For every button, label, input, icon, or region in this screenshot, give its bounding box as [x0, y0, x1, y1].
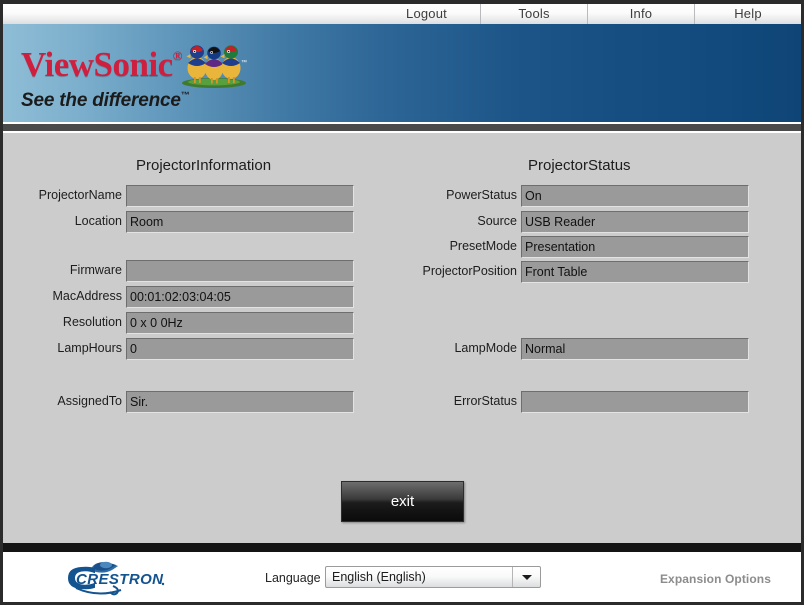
field-lamp-hours[interactable]: 0 — [126, 338, 354, 360]
field-row-firmware: Firmware — [70, 260, 354, 282]
label-projector-name: ProjectorName — [38, 188, 122, 202]
label-lamp-mode: LampMode — [454, 341, 517, 355]
nav-item-help[interactable]: Help — [694, 4, 801, 24]
field-preset-mode[interactable]: Presentation — [521, 236, 749, 258]
field-source[interactable]: USB Reader — [521, 211, 749, 233]
field-row-source: Source USB Reader — [477, 211, 749, 233]
svg-text:™: ™ — [241, 59, 247, 66]
expansion-options-link[interactable]: Expansion Options — [660, 572, 771, 586]
label-firmware: Firmware — [69, 263, 122, 277]
top-navigation-items: Logout Tools Info Help — [373, 4, 801, 24]
field-row-power-status: PowerStatus On — [446, 185, 749, 207]
brand-name-text: ViewSonic — [21, 45, 173, 84]
field-row-preset-mode: PresetMode Presentation — [450, 236, 749, 258]
field-power-status[interactable]: On — [521, 185, 749, 207]
field-projector-name[interactable] — [126, 185, 354, 207]
footer-bar: CRESTRON Language English (English) Expa… — [3, 552, 801, 602]
projector-information-title: ProjectorInformation — [136, 157, 272, 174]
projector-web-page: Logout Tools Info Help ViewSonic® See th… — [0, 0, 804, 605]
label-power-status: PowerStatus — [446, 188, 517, 202]
field-lamp-mode[interactable]: Normal — [521, 338, 749, 360]
brand-tagline-text: See the difference — [21, 90, 181, 111]
field-row-resolution: Resolution 0 x 0 0Hz — [63, 312, 354, 334]
field-row-location: Location Room — [75, 211, 354, 233]
label-mac-address: MacAddress — [52, 289, 122, 303]
label-location: Location — [74, 214, 122, 228]
nav-item-tools[interactable]: Tools — [480, 4, 587, 24]
field-assigned-to[interactable]: Sir. — [126, 391, 354, 413]
label-error-status: ErrorStatus — [453, 394, 517, 408]
field-row-error-status: ErrorStatus — [454, 391, 749, 413]
nav-item-info[interactable]: Info — [587, 4, 694, 24]
field-projector-position[interactable]: Front Table — [521, 261, 749, 283]
nav-item-logout[interactable]: Logout — [373, 4, 480, 24]
field-firmware[interactable] — [126, 260, 354, 282]
crestron-wordmark-text: CRESTRON — [76, 571, 164, 588]
field-row-projector-position: ProjectorPosition Front Table — [423, 261, 749, 283]
field-resolution[interactable]: 0 x 0 0Hz — [126, 312, 354, 334]
field-row-projector-name: ProjectorName — [39, 185, 354, 207]
brand-tagline: See the difference™ — [21, 84, 271, 112]
field-mac-address[interactable]: 00:01:02:03:04:05 — [126, 286, 354, 308]
brand-banner: ViewSonic® See the difference™ ™ — [3, 24, 801, 122]
field-row-lamp-hours: LampHours 0 — [57, 338, 354, 360]
finch-birds-icon: ™ — [182, 45, 247, 88]
language-select-arrow-box[interactable] — [512, 567, 540, 587]
label-projector-position: ProjectorPosition — [422, 264, 518, 278]
label-preset-mode: PresetMode — [449, 239, 517, 253]
label-assigned-to: AssignedTo — [57, 394, 122, 408]
field-row-lamp-mode: LampMode Normal — [454, 338, 749, 360]
label-lamp-hours: LampHours — [57, 341, 122, 355]
footer-divider — [3, 543, 801, 552]
language-select-value: English (English) — [332, 570, 426, 584]
trademark-mark: ™ — [180, 90, 190, 100]
projector-status-title: ProjectorStatus — [528, 157, 631, 174]
field-row-assigned-to: AssignedTo Sir. — [57, 391, 354, 413]
top-navigation-bar: Logout Tools Info Help — [0, 0, 804, 24]
window-border-left — [0, 0, 3, 605]
language-label: Language — [265, 571, 321, 585]
field-location[interactable]: Room — [126, 211, 354, 233]
field-row-mac-address: MacAddress 00:01:02:03:04:05 — [53, 286, 354, 308]
field-error-status[interactable] — [521, 391, 749, 413]
banner-divider — [3, 122, 801, 132]
chevron-down-icon — [522, 575, 532, 580]
crestron-logo: CRESTRON — [68, 561, 165, 596]
language-select[interactable]: English (English) — [325, 566, 541, 588]
label-source: Source — [477, 214, 517, 228]
exit-button[interactable]: exit — [341, 481, 464, 522]
label-resolution: Resolution — [62, 315, 122, 329]
